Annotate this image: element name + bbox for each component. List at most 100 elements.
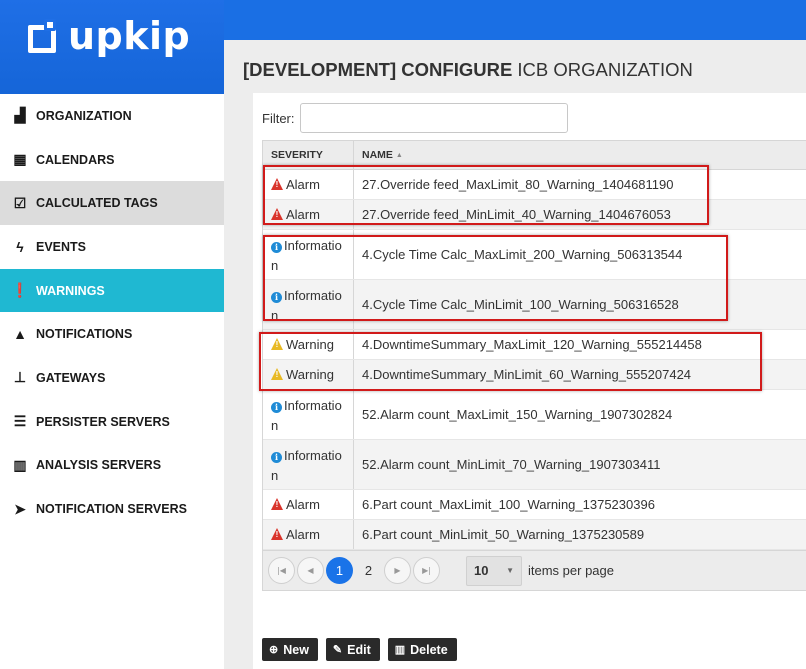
page-title-org: ICB ORGANIZATION: [517, 59, 693, 80]
name-cell: 4.DowntimeSummary_MinLimit_60_Warning_55…: [362, 367, 692, 382]
severity-content: i Information: [271, 446, 349, 486]
table-row[interactable]: ! Alarm 6.Part count_MinLimit_50_Warning_1…: [263, 520, 806, 550]
table-row[interactable]: i Information 52.Alarm count_MaxLimit_150_…: [263, 390, 806, 440]
alarm-triangle-icon: !: [271, 498, 283, 510]
severity-cell: ! Warning: [263, 360, 354, 389]
sidebar-item-analysis-servers[interactable]: ▥ ANALYSIS SERVERS: [0, 444, 224, 488]
grid-header: SEVERITY NAME ▲: [263, 141, 806, 170]
bolt-icon: ϟ: [16, 238, 24, 255]
sidebar-item-events[interactable]: ϟ EVENTS: [0, 225, 224, 269]
column-header-name[interactable]: NAME ▲: [354, 141, 403, 169]
severity-content: ! Alarm: [271, 207, 320, 222]
page-size-select[interactable]: 10 ▼: [466, 555, 522, 586]
sidebar-item-persister-servers[interactable]: ☰ PERSISTER SERVERS: [0, 400, 224, 444]
severity-content: ! Warning: [271, 367, 334, 382]
sidebar-item-calculated-tags[interactable]: ☑ CALCULATED TAGS: [0, 181, 245, 226]
name-cell: 4.Cycle Time Calc_MinLimit_100_Warning_5…: [362, 297, 679, 312]
sidebar-item-label: NOTIFICATIONS: [36, 327, 133, 342]
delete-button[interactable]: ▥ Delete: [387, 638, 457, 661]
sidebar-item-warnings[interactable]: ❗ WARNINGS: [0, 268, 245, 313]
name-cell: 6.Part count_MinLimit_50_Warning_1375230…: [362, 527, 645, 542]
sidebar-item-label: GATEWAYS: [36, 370, 106, 385]
severity-content: ! Alarm: [271, 497, 320, 512]
edit-button-label: Edit: [347, 642, 371, 657]
exclamation-circle-icon: ❗: [11, 282, 29, 299]
calendar-check-icon: ☑: [13, 194, 27, 211]
alarm-triangle-icon: !: [271, 208, 283, 220]
filter-input[interactable]: [299, 103, 568, 133]
prev-page-button[interactable]: ◀: [297, 557, 324, 584]
edit-button[interactable]: ✎ Edit: [325, 638, 380, 661]
page-button-2[interactable]: 2: [355, 557, 382, 584]
severity-cell: i Information: [263, 280, 354, 329]
table-row[interactable]: i Information 4.Cycle Time Calc_MaxLimit_2…: [263, 230, 806, 280]
first-page-icon: |◀: [277, 566, 286, 575]
severity-cell: i Information: [263, 390, 354, 439]
table-row[interactable]: i Information 4.Cycle Time Calc_MinLimit_1…: [263, 280, 806, 330]
next-page-button[interactable]: ▶: [384, 557, 411, 584]
sidebar-item-label: ANALYSIS SERVERS: [36, 458, 162, 473]
page-title: [DEVELOPMENT] CONFIGURE ICB ORGANIZATION: [243, 59, 693, 81]
grid-body: ! Alarm 27.Override feed_MaxLimit_80_Warni…: [263, 170, 806, 550]
info-circle-icon: i: [271, 452, 282, 463]
severity-text: Alarm: [286, 207, 320, 222]
warning-triangle-icon: !: [271, 368, 283, 380]
info-circle-icon: i: [271, 242, 282, 253]
first-page-button[interactable]: |◀: [268, 557, 295, 584]
warning-triangle-icon: !: [271, 338, 283, 350]
sidebar-item-calendars[interactable]: ▦ CALENDARS: [0, 138, 224, 182]
page-size-label: items per page: [528, 563, 614, 578]
page-size-value: 10: [474, 563, 489, 578]
bar-chart-icon: ▥: [13, 456, 27, 473]
filter-label: Filter:: [262, 110, 295, 126]
name-cell: 27.Override feed_MinLimit_40_Warning_140…: [362, 207, 671, 222]
logo-mark-icon: [28, 19, 62, 53]
warnings-panel: Filter: SEVERITY NAME ▲ ! Alarm 27.Overrid…: [253, 93, 806, 669]
severity-text: Alarm: [286, 177, 320, 192]
main-content: [DEVELOPMENT] CONFIGURE ICB ORGANIZATION…: [224, 40, 806, 669]
name-cell: 52.Alarm count_MaxLimit_150_Warning_1907…: [362, 407, 673, 422]
sidebar-item-label: ORGANIZATION: [36, 108, 132, 123]
sidebar: ▟ ORGANIZATION ▦ CALENDARS ☑ CALCULATED TAGS ϟ…: [0, 94, 245, 531]
name-cell: 4.Cycle Time Calc_MaxLimit_200_Warning_5…: [362, 247, 683, 262]
name-cell: 6.Part count_MaxLimit_100_Warning_137523…: [362, 497, 655, 512]
severity-text: Alarm: [286, 497, 320, 512]
severity-cell: i Information: [263, 440, 354, 489]
sidebar-item-notifications[interactable]: ▲ NOTIFICATIONS: [0, 312, 224, 356]
severity-text: Warning: [286, 367, 334, 382]
sidebar-item-notification-servers[interactable]: ➤ NOTIFICATION SERVERS: [0, 487, 224, 531]
table-row[interactable]: ! Alarm 27.Override feed_MaxLimit_80_Warni…: [263, 170, 806, 200]
filter-row: Filter:: [262, 103, 568, 133]
pager: |◀ ◀ 1 2 ▶ ▶| 10 ▼ items per page: [263, 550, 806, 590]
table-row[interactable]: ! Alarm 27.Override feed_MinLimit_40_Warni…: [263, 200, 806, 230]
sidebar-item-organization[interactable]: ▟ ORGANIZATION: [0, 94, 224, 138]
last-page-button[interactable]: ▶|: [413, 557, 440, 584]
severity-text: Information: [271, 398, 342, 433]
severity-content: i Information: [271, 286, 349, 326]
sidebar-item-gateways[interactable]: ⊥ GATEWAYS: [0, 356, 224, 400]
severity-text: Warning: [286, 337, 334, 352]
severity-cell: ! Warning: [263, 330, 354, 359]
plus-circle-icon: ⊕: [269, 644, 279, 656]
table-row[interactable]: ! Alarm 6.Part count_MaxLimit_100_Warning_…: [263, 490, 806, 520]
table-row[interactable]: i Information 52.Alarm count_MinLimit_70_W…: [263, 440, 806, 490]
severity-content: ! Alarm: [271, 527, 320, 542]
table-row[interactable]: ! Warning 4.DowntimeSummary_MinLimit_60_Wa…: [263, 360, 806, 390]
sidebar-item-label: WARNINGS: [36, 283, 105, 298]
new-button[interactable]: ⊕ New: [262, 638, 318, 661]
severity-text: Information: [271, 238, 342, 273]
severity-cell: ! Alarm: [263, 200, 354, 229]
last-page-icon: ▶|: [422, 566, 431, 575]
action-buttons: ⊕ New ✎ Edit ▥ Delete: [262, 638, 465, 661]
severity-cell: ! Alarm: [263, 170, 354, 199]
severity-text: Information: [271, 288, 342, 323]
name-cell: 52.Alarm count_MinLimit_70_Warning_19073…: [362, 457, 661, 472]
top-bar: [224, 0, 806, 40]
alarm-triangle-icon: !: [271, 528, 283, 540]
table-row[interactable]: ! Warning 4.DowntimeSummary_MaxLimit_120_W…: [263, 330, 806, 360]
new-button-label: New: [283, 642, 309, 657]
page-button-1[interactable]: 1: [326, 557, 353, 584]
brand-logo[interactable]: upkip: [28, 14, 190, 58]
name-cell: 27.Override feed_MaxLimit_80_Warning_140…: [362, 177, 674, 192]
column-header-severity[interactable]: SEVERITY: [263, 141, 354, 169]
